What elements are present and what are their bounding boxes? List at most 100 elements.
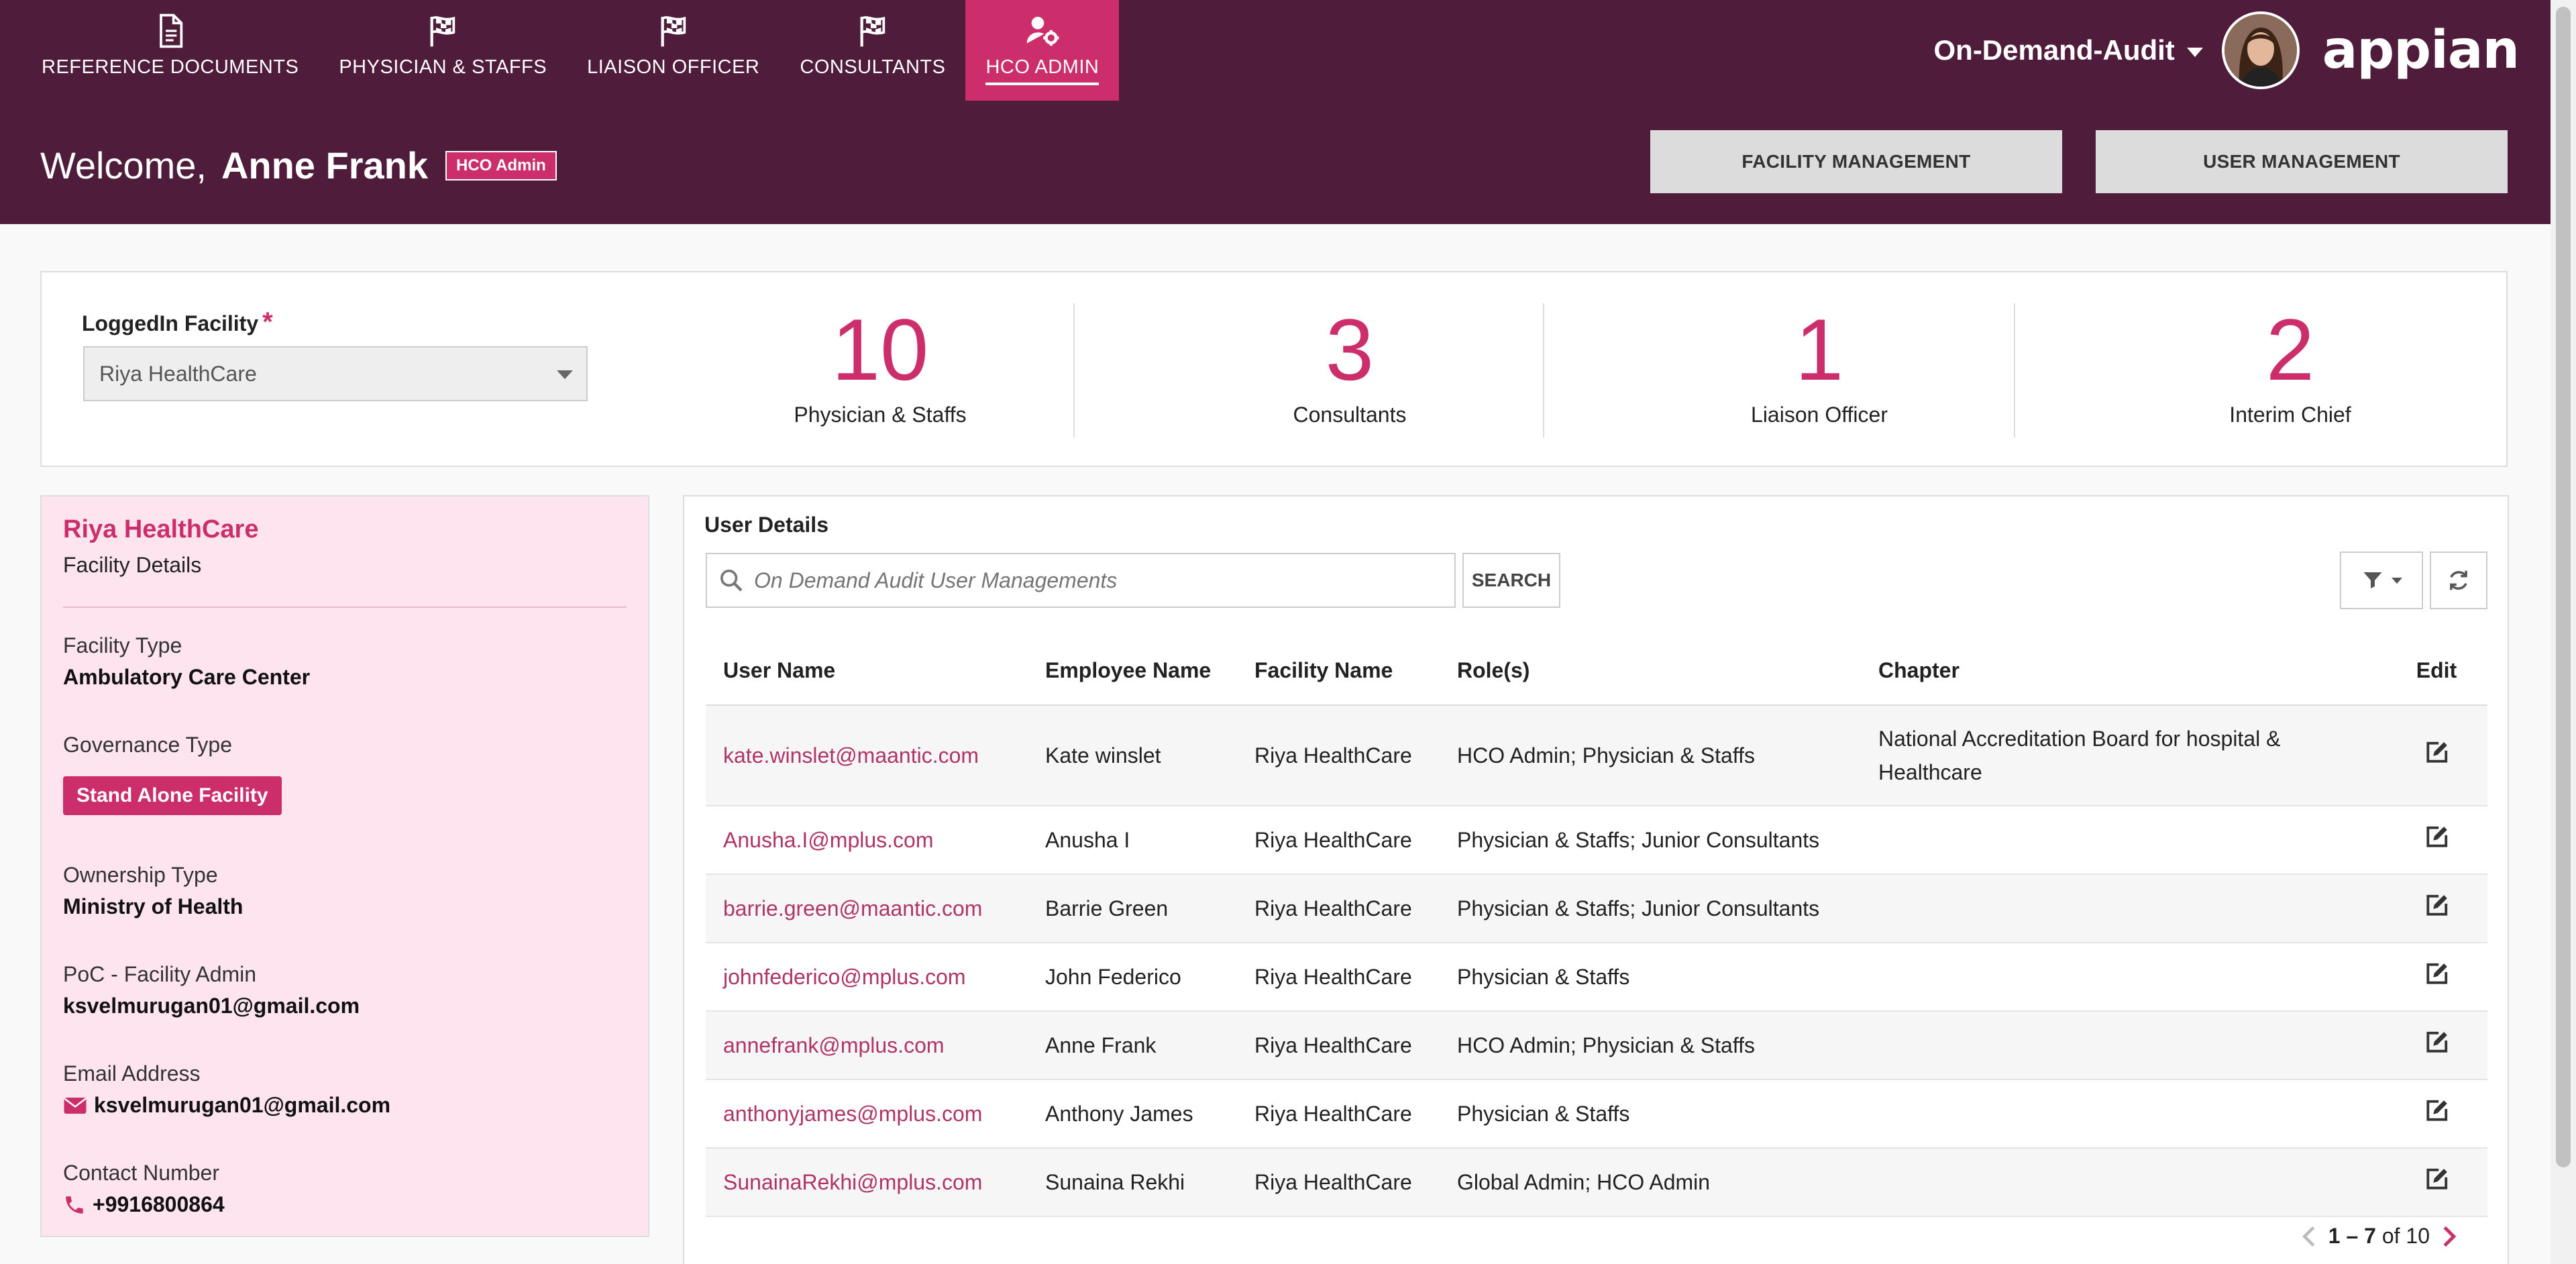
stat-value: 1 <box>1794 301 1844 399</box>
tab-physician-staffs[interactable]: PHYSICIAN & STAFFS <box>319 0 567 101</box>
edit-icon[interactable] <box>2424 1098 2449 1124</box>
edit-icon[interactable] <box>2424 961 2449 987</box>
stat-divider <box>2014 303 2015 437</box>
contact-value: +9916800864 <box>93 1192 225 1216</box>
field-value: ksvelmurugan01@gmail.com <box>63 994 360 1018</box>
roles-cell: Physician & Staffs <box>1440 1079 1861 1149</box>
table-row: barrie.green@maantic.com Barrie Green Ri… <box>706 874 2487 943</box>
edit-cell <box>2385 943 2487 1012</box>
edit-cell <box>2385 705 2487 806</box>
user-name-link[interactable]: kate.winslet@maantic.com <box>706 705 1028 806</box>
facility-label-text: LoggedIn Facility <box>82 311 259 335</box>
user-name-link[interactable]: barrie.green@maantic.com <box>706 874 1028 943</box>
refresh-button[interactable] <box>2430 551 2487 609</box>
site-name: On-Demand-Audit <box>1933 34 2175 66</box>
chevron-right-icon[interactable] <box>2439 1224 2459 1249</box>
stat-physician-staffs: 10 Physician & Staffs <box>645 299 1115 427</box>
facility-dropdown[interactable]: Riya HealthCare <box>83 346 588 401</box>
tab-label: REFERENCE DOCUMENTS <box>42 56 299 78</box>
search-input[interactable] <box>753 567 1426 594</box>
user-name-link[interactable]: Anusha.I@mplus.com <box>706 806 1028 875</box>
avatar[interactable] <box>2221 11 2300 89</box>
employee-name: Sunaina Rekhi <box>1028 1148 1237 1217</box>
table-header-row: User Name Employee Name Facility Name Ro… <box>706 636 2487 706</box>
facility-dropdown-value: Riya HealthCare <box>99 361 257 386</box>
facility-management-button[interactable]: FACILITY MANAGEMENT <box>1650 130 2062 193</box>
tab-hco-admin[interactable]: HCO ADMIN <box>965 0 1120 101</box>
stat-label: Consultants <box>1293 403 1407 427</box>
tab-label: HCO ADMIN <box>985 56 1099 85</box>
user-name-link[interactable]: SunainaRekhi@mplus.com <box>706 1148 1028 1217</box>
field-label: Facility Type <box>63 633 182 657</box>
stat-label: Physician & Staffs <box>794 403 967 427</box>
tab-label: CONSULTANTS <box>800 56 946 78</box>
chapter-cell <box>1861 1011 2385 1080</box>
edit-icon[interactable] <box>2424 740 2449 766</box>
edit-cell <box>2385 1079 2487 1149</box>
account-area: On-Demand-Audit appian <box>1934 7 2520 94</box>
facility-name-cell: Riya HealthCare <box>1237 943 1440 1012</box>
ownership-type-field: Ownership Type Ministry of Health <box>63 863 243 919</box>
user-details-panel: User Details SEARCH User Name Employee N… <box>683 495 2509 1264</box>
page-total: of 10 <box>2381 1224 2430 1248</box>
stat-consultants: 3 Consultants <box>1115 299 1585 427</box>
chevron-left-icon[interactable] <box>2299 1224 2319 1249</box>
divider <box>63 607 627 608</box>
user-name-link[interactable]: johnfederico@mplus.com <box>706 943 1028 1012</box>
user-settings-icon <box>1026 17 1059 46</box>
email-address-field: Email Address ksvelmurugan01@gmail.com <box>63 1061 390 1118</box>
column-header[interactable]: User Name <box>706 636 1028 706</box>
tab-reference-documents[interactable]: REFERENCE DOCUMENTS <box>21 0 319 101</box>
page-range: 1 – 7 <box>2328 1224 2376 1248</box>
table-row: anthonyjames@mplus.com Anthony James Riy… <box>706 1079 2487 1149</box>
edit-icon[interactable] <box>2424 1167 2449 1192</box>
edit-icon[interactable] <box>2424 825 2449 850</box>
field-value: +9916800864 <box>63 1192 225 1217</box>
stat-interim-chief: 2 Interim Chief <box>2055 299 2525 427</box>
user-management-button[interactable]: USER MANAGEMENT <box>2096 130 2508 193</box>
chapter-cell <box>1861 943 2385 1012</box>
search-button[interactable]: SEARCH <box>1462 553 1560 608</box>
filter-button[interactable] <box>2340 551 2423 609</box>
stat-label: Interim Chief <box>2229 403 2351 427</box>
search-icon <box>720 570 743 592</box>
chapter-cell <box>1861 1148 2385 1217</box>
tab-label: PHYSICIAN & STAFFS <box>339 56 547 78</box>
column-header[interactable]: Role(s) <box>1440 636 1861 706</box>
tab-liaison-officer[interactable]: LIAISON OFFICER <box>567 0 780 101</box>
facility-name-cell: Riya HealthCare <box>1237 1148 1440 1217</box>
roles-cell: Physician & Staffs; Junior Consultants <box>1440 806 1861 875</box>
employee-name: Barrie Green <box>1028 874 1237 943</box>
column-header[interactable]: Chapter <box>1861 636 2385 706</box>
scrollbar-thumb[interactable] <box>2556 7 2571 1167</box>
field-label: Contact Number <box>63 1161 219 1185</box>
required-marker: * <box>262 307 273 337</box>
stat-divider <box>1543 303 1544 437</box>
user-name-link[interactable]: anthonyjames@mplus.com <box>706 1079 1028 1149</box>
page-scrollbar[interactable] <box>2551 0 2576 1264</box>
roles-cell: HCO Admin; Physician & Staffs <box>1440 1011 1861 1080</box>
governance-badge: Stand Alone Facility <box>63 776 282 815</box>
role-badge: HCO Admin <box>445 150 557 180</box>
dropdown-arrow-icon <box>557 370 573 379</box>
nav-tabs: REFERENCE DOCUMENTS PHYSICIAN & STAFFS L… <box>21 0 1120 101</box>
checkered-flag-icon <box>430 16 455 47</box>
user-photo-icon <box>2224 14 2297 87</box>
chapter-cell: National Accreditation Board for hospita… <box>1861 705 2385 806</box>
employee-name: Anthony James <box>1028 1079 1237 1149</box>
site-switcher[interactable]: On-Demand-Audit <box>1934 34 2203 66</box>
column-header[interactable]: Employee Name <box>1028 636 1237 706</box>
stat-value: 10 <box>831 301 929 399</box>
welcome-greeting: Welcome, <box>40 144 207 187</box>
user-name-link[interactable]: annefrank@mplus.com <box>706 1011 1028 1080</box>
table-row: johnfederico@mplus.com John Federico Riy… <box>706 943 2487 1012</box>
edit-icon[interactable] <box>2424 893 2449 918</box>
filter-icon <box>2363 572 2382 588</box>
tab-consultants[interactable]: CONSULTANTS <box>780 0 965 101</box>
edit-icon[interactable] <box>2424 1030 2449 1055</box>
column-header[interactable]: Facility Name <box>1237 636 1440 706</box>
column-header: Edit <box>2385 636 2487 706</box>
chapter-cell <box>1861 806 2385 875</box>
tab-label: LIAISON OFFICER <box>587 56 760 78</box>
edit-cell <box>2385 1148 2487 1217</box>
